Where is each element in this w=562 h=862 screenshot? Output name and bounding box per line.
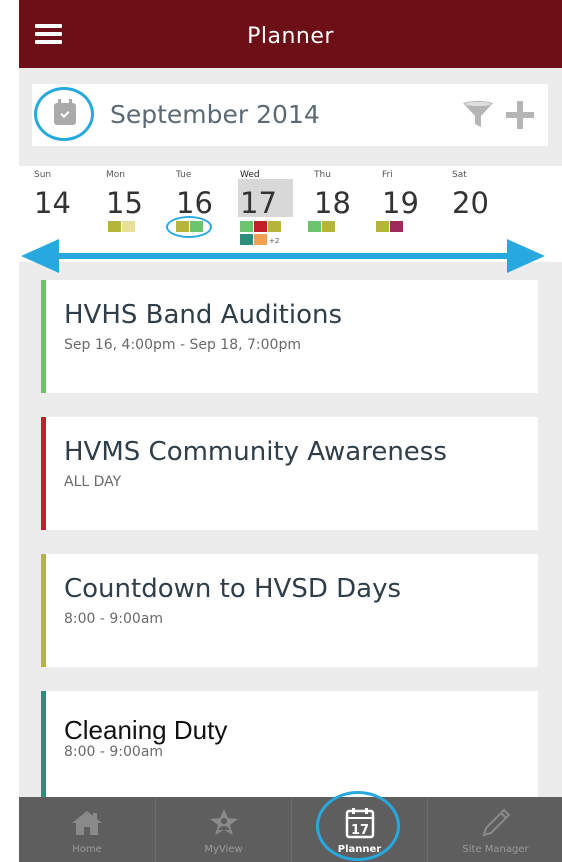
day-of-week-label: Sat (452, 170, 467, 180)
home-icon (72, 811, 102, 835)
day-of-week-label: Wed (240, 170, 260, 180)
event-time: 8:00 - 9:00am (64, 744, 164, 760)
event-dot (254, 221, 267, 232)
event-time: ALL DAY (64, 474, 122, 490)
event-dot (108, 221, 121, 232)
day-number: 15 (106, 186, 143, 220)
nav-label: MyView (204, 844, 243, 855)
day-number: 19 (382, 186, 419, 220)
event-time: 8:00 - 9:00am (64, 611, 164, 627)
event-title: HVMS Community Awareness (64, 437, 447, 467)
day-number: 20 (452, 186, 489, 220)
event-card[interactable]: HVMS Community Awareness ALL DAY (41, 417, 538, 530)
nav-site-manager[interactable]: Site Manager (427, 797, 562, 862)
event-title: HVHS Band Auditions (64, 300, 343, 330)
calendar-check-icon (54, 99, 76, 125)
month-label[interactable]: September 2014 (110, 100, 320, 129)
day-of-week-label: Fri (382, 170, 393, 180)
day-of-week-label: Tue (176, 170, 192, 180)
nav-label: Site Manager (462, 844, 529, 855)
day-number: 16 (176, 186, 213, 220)
calendar-icon-number: 17 (350, 823, 368, 838)
event-title: Countdown to HVSD Days (64, 574, 402, 604)
nav-label: Planner (337, 844, 382, 855)
add-event-button[interactable] (506, 101, 534, 129)
event-color-bar (41, 417, 46, 530)
event-dot (322, 221, 335, 232)
event-dot (390, 221, 403, 232)
event-dot (122, 221, 135, 232)
filter-icon[interactable] (462, 101, 494, 129)
page-title: Planner (247, 24, 334, 49)
calendar-picker-button[interactable] (34, 87, 94, 141)
nav-home[interactable]: Home (19, 797, 155, 862)
nav-myview[interactable]: MyView (155, 797, 291, 862)
event-dot (308, 221, 321, 232)
event-color-bar (41, 554, 46, 667)
event-card[interactable]: Countdown to HVSD Days 8:00 - 9:00am (41, 554, 538, 667)
event-dot (376, 221, 389, 232)
star-person-icon (209, 809, 238, 835)
day-number: 18 (314, 186, 351, 220)
double-arrow-icon (21, 239, 545, 273)
event-title: Cleaning Duty (64, 715, 228, 745)
day-of-week-label: Thu (314, 170, 331, 180)
nav-label: Home (72, 844, 102, 855)
top-bar: Planner (19, 0, 562, 68)
bottom-nav: Home MyView 17 Planner Site Manager (19, 791, 562, 862)
app-frame: Planner September 2014 Sun 14 Mon 15 Tue… (19, 0, 562, 862)
event-time: Sep 16, 4:00pm - Sep 18, 7:00pm (64, 337, 301, 353)
nav-planner[interactable]: 17 Planner (291, 791, 427, 862)
day-number: 17 (240, 186, 277, 220)
event-card[interactable]: Cleaning Duty 8:00 - 9:00am (41, 691, 538, 797)
event-card[interactable]: HVHS Band Auditions Sep 16, 4:00pm - Sep… (41, 280, 538, 393)
day-number: 14 (34, 186, 71, 220)
day-of-week-label: Sun (34, 170, 52, 180)
event-dot (240, 221, 253, 232)
pencil-icon (482, 808, 510, 837)
event-color-bar (41, 280, 46, 393)
day-of-week-label: Mon (106, 170, 125, 180)
month-bar: September 2014 (32, 84, 548, 146)
highlight-ring (166, 216, 212, 238)
calendar-17-icon: 17 (345, 808, 374, 839)
event-color-bar (41, 691, 46, 797)
event-dot (268, 221, 281, 232)
